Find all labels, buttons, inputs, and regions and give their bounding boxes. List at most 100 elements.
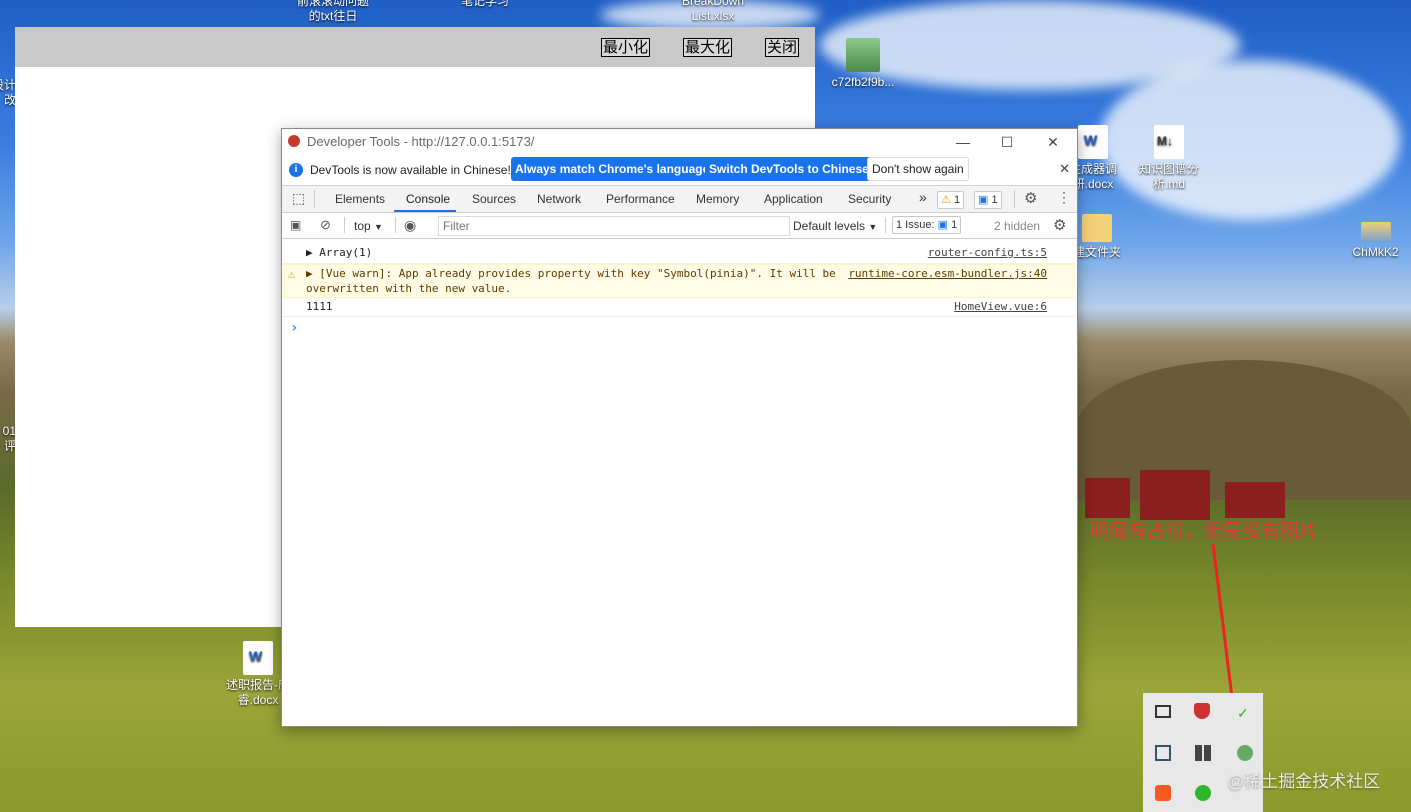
tab-elements[interactable]: Elements: [335, 192, 385, 206]
image-file-icon: [1360, 222, 1391, 242]
desktop-icon-label: 建文件夹: [1072, 245, 1121, 259]
divider: [395, 217, 396, 233]
tab-application[interactable]: Application: [764, 192, 823, 206]
red-building: [1085, 478, 1130, 518]
switch-to-chinese-button[interactable]: Switch DevTools to Chinese: [705, 157, 873, 181]
log-source-link[interactable]: HomeView.vue:6: [954, 300, 1047, 313]
word-document-icon: [243, 641, 273, 675]
tab-performance[interactable]: Performance: [606, 192, 675, 206]
devtools-titlebar: Developer Tools - http://127.0.0.1:5173/…: [282, 129, 1077, 155]
tray-app-icon[interactable]: [1155, 785, 1171, 801]
sidebar-toggle-icon[interactable]: ▣: [290, 218, 301, 232]
console-settings-gear-icon[interactable]: ⚙: [1053, 216, 1066, 234]
wechat-icon[interactable]: [1195, 785, 1211, 801]
warning-icon: ⚠: [288, 267, 296, 281]
folder-icon: [1082, 214, 1112, 242]
devtools-title: Developer Tools - http://127.0.0.1:5173/: [307, 134, 535, 149]
watermark: @稀土掘金技术社区: [1227, 772, 1381, 791]
desktop-icon-folder[interactable]: 笔记学习: [440, 0, 530, 9]
desktop-icon-txt[interactable]: 前滚滚动问题 的txt往日: [288, 0, 378, 24]
desktop-icon-md[interactable]: 知识图谱分 析.md: [1124, 125, 1214, 192]
desktop-icon-image[interactable]: ChMkK2: [1340, 222, 1411, 260]
dont-show-again-button[interactable]: Don't show again: [867, 157, 969, 181]
chevron-down-icon: ▼: [868, 222, 878, 232]
minimize-button[interactable]: 最小化: [601, 38, 651, 57]
close-button[interactable]: 关闭: [765, 38, 800, 57]
console-toolbar: ▣ ⊘ top ▼ ◉ Filter Default levels ▼ 1 Is…: [282, 213, 1077, 239]
issues-count: 1: [951, 219, 958, 231]
prompt-chevron-icon: ›: [290, 320, 299, 336]
issues-label: 1 Issue:: [896, 219, 935, 231]
window-close-button[interactable]: ✕: [1030, 129, 1076, 155]
tray-app-icon[interactable]: [1237, 745, 1253, 761]
console-warning-row[interactable]: ⚠ ▶ [Vue warn]: App already provides pro…: [282, 264, 1075, 298]
infobar-message: DevTools is now available in Chinese!: [310, 163, 511, 177]
maximize-button[interactable]: 最大化: [683, 38, 733, 57]
issues-counter[interactable]: 1 Issue: ▣ 1: [892, 216, 962, 234]
screenshot-icon[interactable]: [1155, 745, 1171, 761]
warning-message-cont: overwritten with the new value.: [306, 282, 512, 295]
window-minimize-button[interactable]: —: [940, 129, 986, 155]
devtools-tab-bar: ⬚ Elements Console Sources Network Perfo…: [282, 186, 1077, 213]
tab-security[interactable]: Security: [848, 192, 891, 206]
hidden-count: 2 hidden: [994, 219, 1041, 233]
grid-app-icon[interactable]: [1195, 745, 1211, 761]
kebab-menu-icon[interactable]: ⋮: [1057, 189, 1071, 206]
desktop-icon-label: 设计 改: [0, 78, 16, 107]
window-maximize-button[interactable]: ☐: [984, 129, 1030, 155]
markdown-file-icon: [1154, 125, 1184, 159]
log-message: ▶ Array(1): [306, 246, 373, 259]
console-log-row[interactable]: 1111 HomeView.vue:6: [282, 297, 1075, 317]
desktop-icon-label: c72fb2f9b...: [831, 75, 895, 89]
tab-memory[interactable]: Memory: [696, 192, 739, 206]
desktop-icon-partial[interactable]: 01 评: [0, 424, 16, 454]
settings-gear-icon[interactable]: ⚙: [1024, 189, 1037, 207]
devtools-logo-icon: [288, 135, 300, 147]
console-prompt[interactable]: ›: [282, 319, 1075, 337]
tab-sources[interactable]: Sources: [472, 192, 516, 206]
devtools-window: Developer Tools - http://127.0.0.1:5173/…: [281, 128, 1078, 727]
log-source-link[interactable]: router-config.ts:5: [928, 246, 1047, 259]
warning-message: ▶ [Vue warn]: App already provides prope…: [306, 267, 836, 280]
infobar-close-icon[interactable]: ✕: [1059, 161, 1070, 177]
divider: [314, 190, 315, 208]
red-building: [1140, 470, 1210, 520]
log-levels-dropdown[interactable]: Default levels ▼: [793, 219, 877, 233]
divider: [885, 217, 886, 233]
context-label: top: [354, 219, 371, 233]
clear-console-icon[interactable]: ⊘: [320, 217, 331, 233]
language-infobar: i DevTools is now available in Chinese! …: [282, 155, 1077, 186]
network-icon[interactable]: [1155, 705, 1171, 718]
eye-icon[interactable]: ◉: [404, 217, 416, 234]
console-log-row[interactable]: ▶ Array(1) router-config.ts:5: [282, 244, 1075, 264]
warnings-counter[interactable]: ⚠ 1: [937, 191, 965, 209]
desktop-icon-photo[interactable]: c72fb2f9b...: [818, 38, 908, 90]
more-tabs-icon[interactable]: »: [919, 189, 927, 205]
red-building: [1225, 482, 1285, 518]
context-selector[interactable]: top ▼: [354, 219, 383, 233]
warning-icon: ⚠: [941, 194, 951, 206]
desktop-icon-label: 01 评: [2, 424, 16, 453]
desktop-icon-label: ChMkK2: [1352, 245, 1399, 259]
desktop-icon-label: 前滚滚动问题 的txt往日: [296, 0, 369, 23]
red-annotation-text: 明显有占位，但是没有图片: [1090, 521, 1319, 542]
info-icon: i: [289, 163, 303, 177]
app-titlebar: 最小化 最大化 关闭: [15, 27, 815, 67]
inspect-element-icon[interactable]: ⬚: [292, 190, 305, 207]
divider: [1014, 190, 1015, 208]
console-filter-input[interactable]: Filter: [438, 216, 790, 236]
tab-console[interactable]: Console: [406, 192, 450, 206]
security-shield-icon[interactable]: [1194, 703, 1210, 719]
desktop-icon-label: 知识图谱分 析.md: [1138, 162, 1199, 191]
levels-label: Default levels: [793, 219, 866, 233]
tab-network[interactable]: Network: [537, 192, 581, 206]
issue-message-icon: ▣: [937, 219, 948, 231]
messages-counter[interactable]: ▣ 1: [974, 191, 1002, 209]
desktop-icon-partial[interactable]: 设计 改: [0, 78, 16, 108]
log-message: 1111: [306, 300, 333, 313]
match-language-button[interactable]: Always match Chrome's language: [511, 157, 714, 181]
desktop-icon-label: 笔记学习: [460, 0, 509, 8]
check-icon[interactable]: ✓: [1237, 705, 1253, 721]
log-source-link[interactable]: runtime-core.esm-bundler.js:40: [848, 267, 1047, 280]
desktop-icon-xlsx[interactable]: BreakDown List.xlsx: [668, 0, 758, 24]
